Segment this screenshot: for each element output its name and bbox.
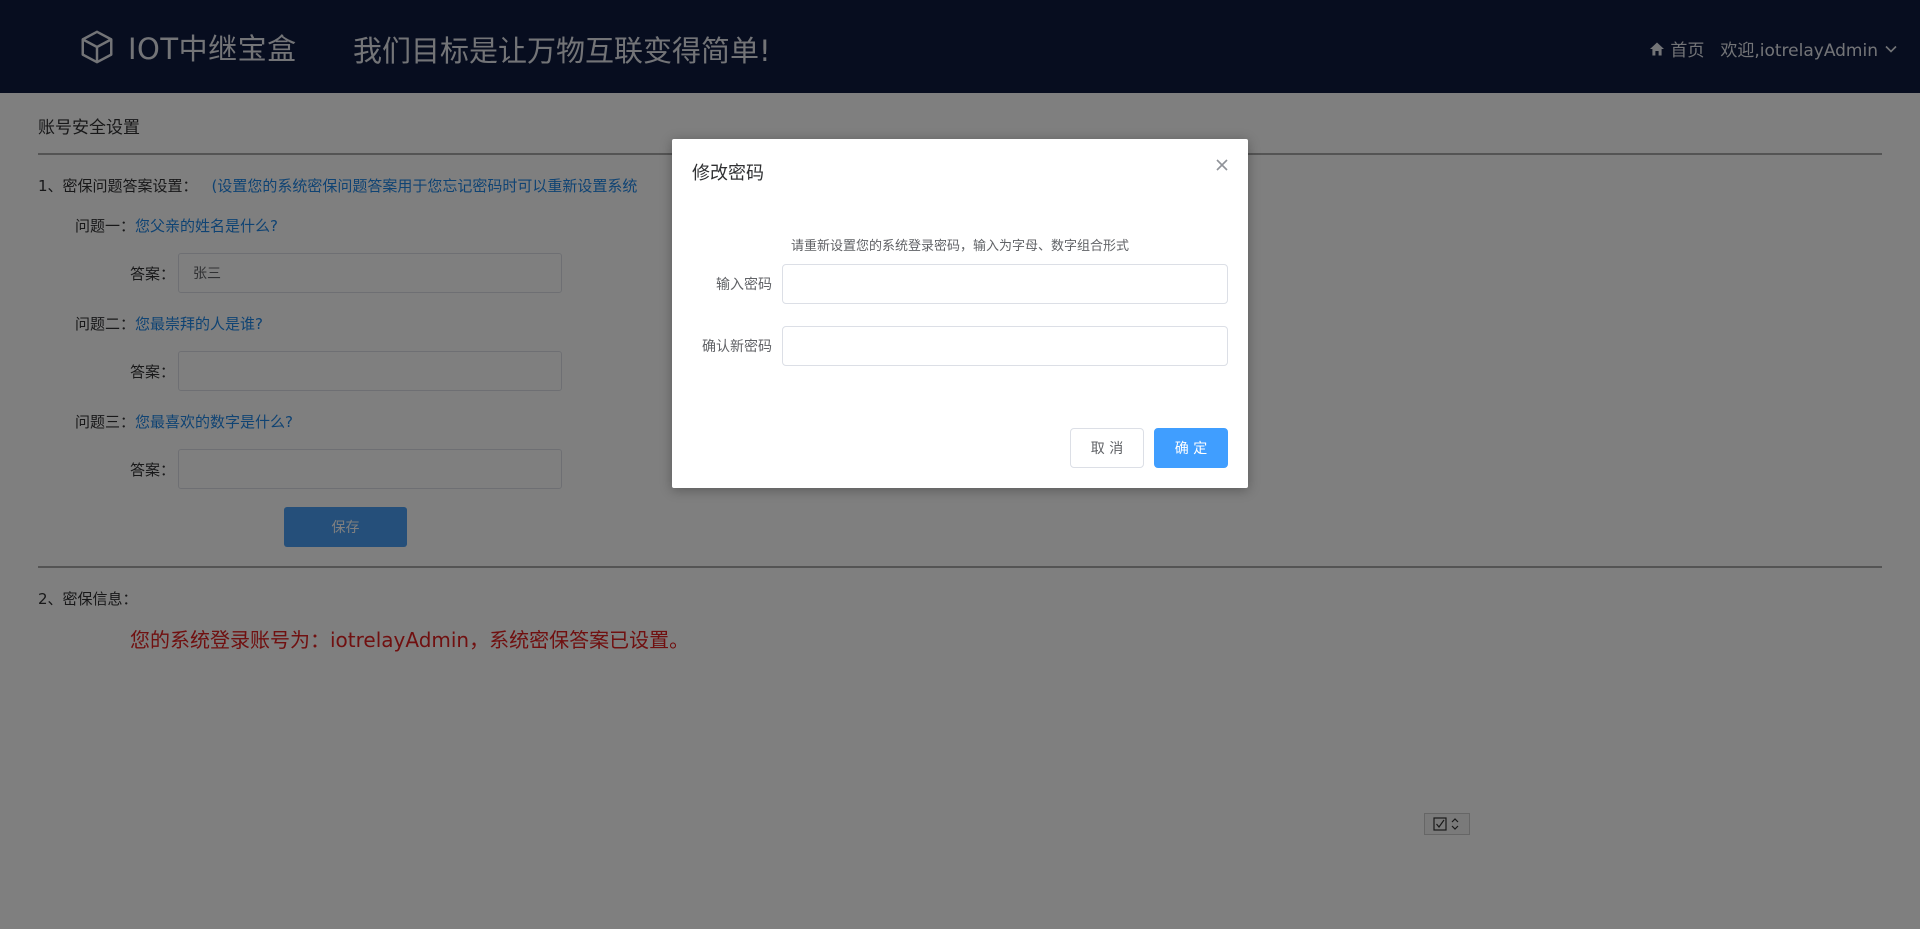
confirm-password-input[interactable] [782, 326, 1228, 366]
confirm-password-label: 确认新密码 [702, 339, 772, 355]
cancel-button[interactable]: 取 消 [1070, 428, 1144, 468]
close-icon[interactable] [1214, 157, 1230, 173]
password-input[interactable] [782, 264, 1228, 304]
password-label: 输入密码 [716, 277, 772, 293]
dialog-hint: 请重新设置您的系统登录密码，输入为字母、数字组合形式 [790, 239, 1129, 254]
change-password-dialog: 修改密码 请重新设置您的系统登录密码，输入为字母、数字组合形式 输入密码 确认新… [672, 139, 1248, 488]
confirm-button[interactable]: 确 定 [1154, 428, 1228, 468]
dialog-title: 修改密码 [692, 163, 764, 184]
